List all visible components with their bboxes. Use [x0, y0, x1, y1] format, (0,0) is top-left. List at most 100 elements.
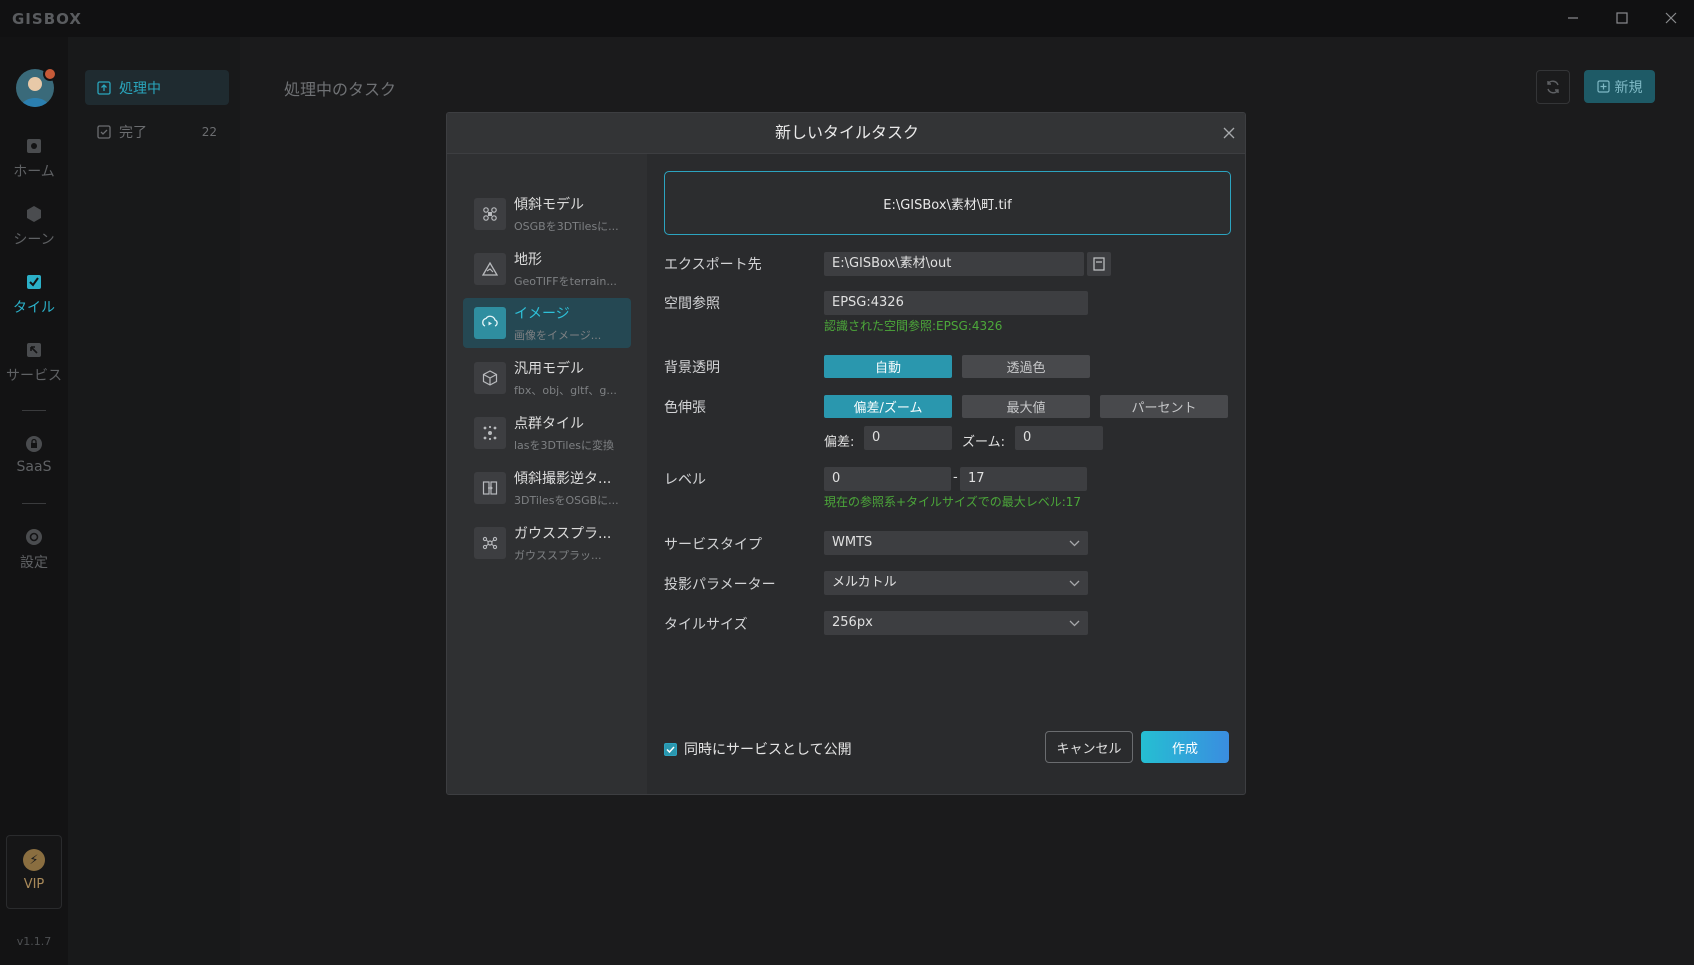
file-path: E:\GISBox\素材\町.tif	[883, 197, 1012, 213]
publish-service-checkbox[interactable]	[664, 742, 677, 756]
rail-item-tile[interactable]: タイル	[0, 273, 68, 317]
task-type-image[interactable]: イメージ 画像をイメージ...	[463, 298, 631, 348]
refresh-icon	[1547, 80, 1559, 94]
projection-label: 投影パラメーター	[664, 577, 776, 593]
rail-item-home[interactable]: ホーム	[0, 137, 68, 181]
rail-item-label: ホーム	[13, 164, 55, 180]
subnav-item-label: 処理中	[119, 80, 161, 97]
rail-item-label: サービス	[6, 368, 62, 384]
deviation-input[interactable]: 0	[864, 426, 952, 450]
tile-size-select[interactable]: 256px	[824, 611, 1088, 635]
close-icon	[1665, 12, 1677, 24]
new-task-button[interactable]: 新規	[1584, 70, 1655, 103]
stretch-option-deviation-zoom[interactable]: 偏差/ズーム	[824, 395, 952, 418]
rail-item-scene[interactable]: シーン	[0, 205, 68, 249]
task-type-reverse-oblique[interactable]: 傾斜撮影逆タ... 3DTilesをOSGBに...	[463, 463, 631, 513]
task-type-general-model[interactable]: 汎用モデル fbx、obj、gltf、g...	[463, 353, 631, 403]
bg-option-transparent-color[interactable]: 透過色	[962, 355, 1090, 378]
task-type-oblique[interactable]: 傾斜モデル OSGBを3DTilesに...	[463, 189, 631, 239]
stretch-label: 色伸張	[664, 400, 706, 416]
title-bar: GISBOX	[0, 0, 1694, 37]
service-type-select[interactable]: WMTS	[824, 531, 1088, 555]
dialog-title: 新しいタイルタスク	[774, 123, 919, 142]
close-window-button[interactable]	[1658, 6, 1684, 30]
gear-icon	[26, 529, 42, 545]
task-type-name: 点群タイル	[514, 416, 584, 432]
deviation-label: 偏差:	[824, 435, 855, 450]
task-type-desc: GeoTIFFをterrain...	[514, 275, 617, 288]
scene-icon	[27, 206, 41, 222]
cancel-button[interactable]: キャンセル	[1045, 731, 1133, 763]
folder-icon	[1093, 257, 1105, 271]
subnav-item-done[interactable]: 完了 22	[85, 114, 229, 149]
browse-folder-button[interactable]	[1087, 252, 1111, 276]
pointcloud-icon	[474, 417, 506, 449]
vip-label: VIP	[23, 877, 45, 892]
task-type-desc: 画像をイメージ...	[514, 329, 602, 342]
task-type-desc: ガウススプラッ...	[514, 549, 602, 562]
subnav-item-label: 完了	[119, 124, 147, 141]
notification-badge	[43, 67, 57, 81]
task-subnav: 処理中 完了 22	[68, 37, 240, 965]
stretch-option-max[interactable]: 最大値	[962, 395, 1090, 418]
reverse-icon	[474, 472, 506, 504]
publish-service-row[interactable]: 同時にサービスとして公開	[664, 739, 852, 759]
check-icon	[666, 745, 675, 753]
check-doc-icon	[97, 124, 111, 139]
tile-icon	[27, 275, 41, 289]
chevron-down-icon	[1069, 531, 1080, 564]
task-type-list: 傾斜モデル OSGBを3DTilesに... 地形 GeoTIFFをterrai…	[447, 154, 647, 794]
task-type-gaussian[interactable]: ガウススプラ... ガウススプラッ...	[463, 518, 631, 568]
tile-size-value: 256px	[832, 615, 873, 630]
level-max-input[interactable]: 17	[960, 467, 1087, 491]
level-label: レベル	[664, 472, 706, 488]
task-type-desc: OSGBを3DTilesに...	[514, 220, 619, 233]
rail-item-service[interactable]: サービス	[0, 341, 68, 385]
refresh-button[interactable]	[1536, 70, 1570, 104]
zoom-label: ズーム:	[962, 435, 1005, 450]
done-count: 22	[201, 124, 217, 139]
rail-item-saas[interactable]: SaaS	[0, 435, 68, 475]
cube-icon	[474, 362, 506, 394]
maximize-button[interactable]	[1609, 6, 1635, 30]
subnav-item-processing[interactable]: 処理中	[85, 70, 229, 105]
vip-button[interactable]: ⚡ VIP	[6, 835, 62, 909]
rail-item-label: シーン	[13, 232, 55, 248]
drone-icon	[474, 198, 506, 230]
export-path-input[interactable]: E:\GISBox\素材\out	[824, 252, 1084, 276]
minimize-button[interactable]	[1560, 6, 1586, 30]
task-type-name: イメージ	[514, 306, 570, 322]
task-type-name: ガウススプラ...	[514, 526, 612, 542]
task-type-terrain[interactable]: 地形 GeoTIFFをterrain...	[463, 244, 631, 294]
lock-icon	[26, 436, 42, 452]
create-button[interactable]: 作成	[1141, 731, 1229, 763]
rail-divider	[22, 410, 46, 411]
rail-item-settings[interactable]: 設定	[0, 528, 68, 572]
file-drop-area[interactable]: E:\GISBox\素材\町.tif	[664, 171, 1231, 235]
crs-note: 認識された空間参照:EPSG:4326	[824, 319, 1003, 333]
crs-input[interactable]: EPSG:4326	[824, 291, 1088, 315]
bg-option-auto[interactable]: 自動	[824, 355, 952, 378]
service-type-label: サービスタイプ	[664, 537, 762, 553]
home-icon	[27, 139, 41, 153]
task-type-name: 傾斜モデル	[514, 197, 584, 213]
level-note: 現在の参照系+タイルサイズでの最大レベル:17	[824, 495, 1082, 509]
stretch-option-percent[interactable]: パーセント	[1100, 395, 1228, 418]
task-type-desc: lasを3DTilesに変換	[514, 439, 614, 452]
gaussian-icon	[474, 527, 506, 559]
task-type-pointcloud[interactable]: 点群タイル lasを3DTilesに変換	[463, 408, 631, 458]
left-rail: ホーム シーン タイル サービス SaaS 設定 ⚡ VIP v1.1.7	[0, 37, 68, 965]
projection-select[interactable]: メルカトル	[824, 571, 1088, 595]
task-type-name: 汎用モデル	[514, 361, 584, 377]
tile-size-label: タイルサイズ	[664, 617, 748, 633]
close-icon	[1223, 127, 1235, 139]
image-icon	[474, 307, 506, 339]
minimize-icon	[1568, 17, 1578, 19]
level-min-input[interactable]: 0	[824, 467, 951, 491]
export-label: エクスポート先	[664, 257, 762, 273]
service-icon	[27, 343, 41, 357]
chevron-down-icon	[1069, 611, 1080, 644]
app-logo: GISBOX	[12, 10, 82, 28]
zoom-input[interactable]: 0	[1015, 426, 1103, 450]
dialog-close-button[interactable]	[1219, 123, 1239, 143]
